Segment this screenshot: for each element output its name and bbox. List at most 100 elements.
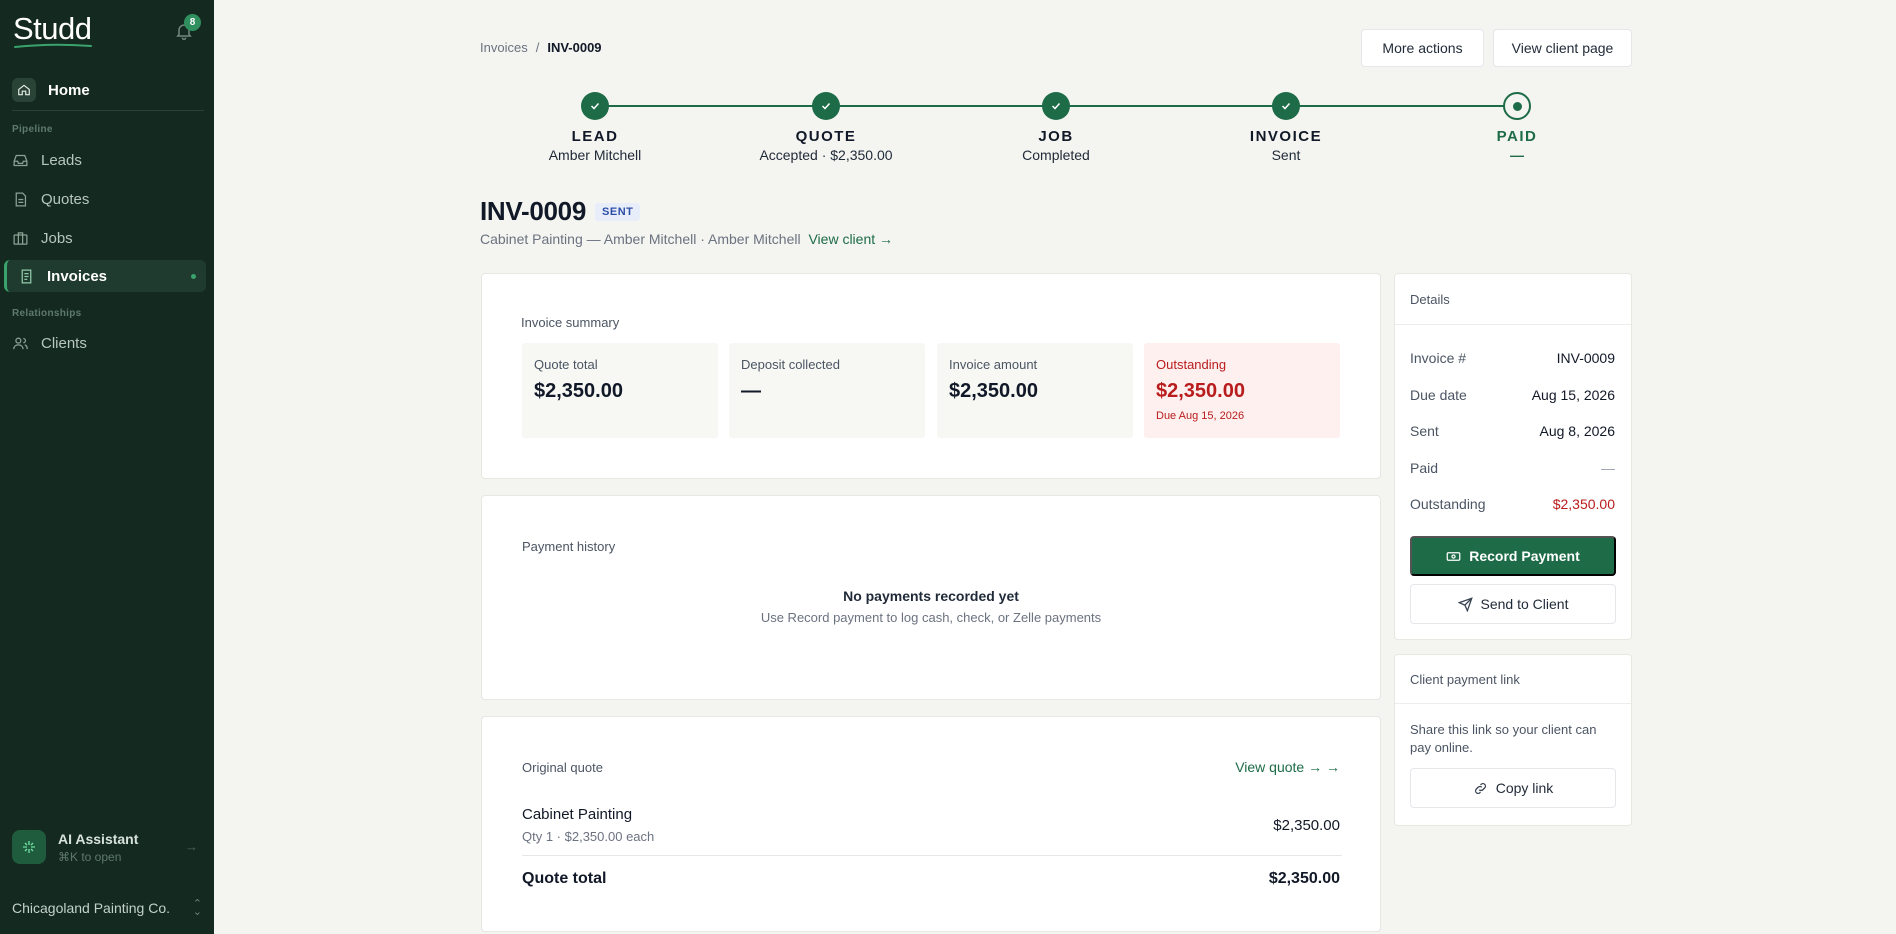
more-actions-button[interactable]: More actions (1361, 29, 1484, 67)
sidebar-item-label: Quotes (41, 190, 90, 208)
arrow-right-icon: → (185, 839, 198, 854)
breadcrumb-current: INV-0009 (547, 40, 602, 55)
step-paid: PAID — (1417, 92, 1617, 163)
detail-key: Invoice # (1410, 350, 1467, 366)
card-divider (1395, 703, 1631, 704)
step-quote: QUOTE Accepted · $2,350.00 (726, 92, 926, 163)
sidebar-item-invoices[interactable]: Invoices (4, 260, 206, 292)
quote-item-amount: $2,350.00 (1273, 817, 1340, 834)
view-client-page-button[interactable]: View client page (1493, 29, 1632, 67)
ai-assistant-title: AI Assistant (58, 830, 139, 847)
organization-name: Chicagoland Painting Co. (12, 900, 170, 916)
quote-total-value: $2,350.00 (1268, 870, 1340, 887)
card-title: Details (1410, 292, 1450, 307)
card-title: Payment history (522, 539, 616, 554)
step-name: QUOTE (795, 128, 857, 145)
card-title: Original quote (522, 760, 603, 775)
stat-label: Quote total (534, 357, 598, 372)
record-payment-button[interactable]: Record Payment (1410, 536, 1616, 576)
quote-divider (522, 855, 1342, 856)
detail-row-sent: Sent Aug 8, 2026 (1410, 423, 1615, 439)
stat-value: $2,350.00 (949, 380, 1038, 402)
document-icon (15, 191, 27, 207)
stat-outstanding: Outstanding $2,350.00 Due Aug 15, 2026 (1144, 343, 1340, 438)
home-icon (12, 78, 36, 102)
brand-logo[interactable]: Studd (13, 12, 93, 50)
breadcrumb-parent-link[interactable]: Invoices (480, 40, 528, 55)
step-name: LEAD (571, 128, 619, 145)
payment-link-description: Share this link so your client can pay o… (1410, 722, 1597, 755)
users-icon (13, 337, 28, 349)
button-label: Copy link (1495, 780, 1554, 796)
inbox-icon (13, 154, 28, 166)
check-icon (812, 92, 840, 120)
status-badge: SENT (595, 202, 641, 221)
step-name: PAID (1496, 128, 1538, 145)
detail-row-invoice-number: Invoice # INV-0009 (1410, 350, 1615, 366)
detail-value: INV-0009 (1556, 350, 1615, 366)
brand-name: Studd (13, 11, 92, 46)
section-label-relationships: Relationships (12, 308, 82, 319)
step-subtitle: Completed (1022, 147, 1090, 163)
sidebar-item-label: Home (48, 81, 90, 99)
send-icon (1457, 596, 1473, 612)
stat-deposit-collected: Deposit collected — (729, 343, 925, 438)
sidebar: Studd 8 Home Pipeline Leads Quotes Jobs … (0, 0, 214, 934)
card-title: Client payment link (1410, 672, 1520, 687)
briefcase-icon (13, 231, 28, 245)
detail-key: Sent (1410, 423, 1439, 439)
invoice-header: INV-0009 SENT (480, 196, 641, 227)
stat-due-date: Due Aug 15, 2026 (1156, 410, 1245, 422)
button-label: Send to Client (1480, 596, 1569, 612)
quote-item-name: Cabinet Painting (522, 806, 633, 823)
stat-label: Invoice amount (949, 357, 1038, 372)
stat-value: $2,350.00 (1156, 380, 1245, 402)
cash-icon (1446, 551, 1461, 561)
stat-label: Outstanding (1156, 357, 1227, 372)
sidebar-item-leads[interactable]: Leads (12, 144, 206, 176)
step-name: INVOICE (1249, 128, 1323, 145)
sidebar-item-clients[interactable]: Clients (12, 327, 206, 359)
detail-value: — (1601, 460, 1615, 476)
detail-value: Aug 8, 2026 (1539, 423, 1615, 439)
sidebar-item-label: Clients (41, 334, 87, 352)
ai-assistant-shortcut: ⌘K to open (58, 849, 122, 864)
card-divider (1395, 324, 1631, 325)
view-client-link[interactable]: View client → (808, 231, 893, 247)
breadcrumb: Invoices / INV-0009 (480, 40, 602, 55)
empty-state-title: No payments recorded yet (843, 588, 1019, 604)
step-subtitle: Accepted · $2,350.00 (759, 147, 893, 163)
step-invoice: INVOICE Sent (1186, 92, 1386, 163)
ai-assistant-launcher[interactable]: AI Assistant ⌘K to open → (12, 827, 202, 867)
invoice-description: Cabinet Painting — Amber Mitchell · Ambe… (480, 231, 801, 247)
detail-row-outstanding: Outstanding $2,350.00 (1410, 496, 1615, 512)
sidebar-item-label: Leads (41, 151, 82, 169)
detail-key: Paid (1410, 460, 1439, 476)
check-icon (581, 92, 609, 120)
check-icon (1042, 92, 1070, 120)
view-quote-link[interactable]: View quote → → (1235, 759, 1340, 775)
quote-item-meta: Qty 1 · $2,350.00 each (522, 829, 655, 844)
notification-badge: 8 (184, 14, 201, 31)
sidebar-divider (12, 110, 204, 111)
step-lead: LEAD Amber Mitchell (495, 92, 695, 163)
invoice-subtitle: Cabinet Painting — Amber Mitchell · Ambe… (480, 231, 893, 247)
sidebar-item-home[interactable]: Home (12, 77, 90, 103)
stat-quote-total: Quote total $2,350.00 (522, 343, 718, 438)
sidebar-item-quotes[interactable]: Quotes (12, 183, 206, 215)
stat-invoice-amount: Invoice amount $2,350.00 (937, 343, 1133, 438)
page-title: INV-0009 (480, 196, 587, 226)
organization-switcher[interactable]: Chicagoland Painting Co. ⌃ ⌄ (12, 898, 202, 918)
sidebar-item-jobs[interactable]: Jobs (12, 222, 206, 254)
pipeline-stepper: LEAD Amber Mitchell QUOTE Accepted · $2,… (480, 92, 1636, 172)
sparkle-icon (12, 830, 46, 864)
sidebar-item-label: Jobs (41, 229, 73, 247)
step-name: JOB (1038, 128, 1074, 145)
detail-row-due-date: Due date Aug 15, 2026 (1410, 387, 1615, 403)
copy-link-button[interactable]: Copy link (1410, 768, 1616, 808)
link-icon (1474, 782, 1486, 794)
send-to-client-button[interactable]: Send to Client (1410, 584, 1616, 624)
breadcrumb-separator: / (535, 40, 540, 55)
card-title: Invoice summary (521, 315, 620, 330)
chevron-updown-icon: ⌃ ⌄ (192, 898, 202, 918)
